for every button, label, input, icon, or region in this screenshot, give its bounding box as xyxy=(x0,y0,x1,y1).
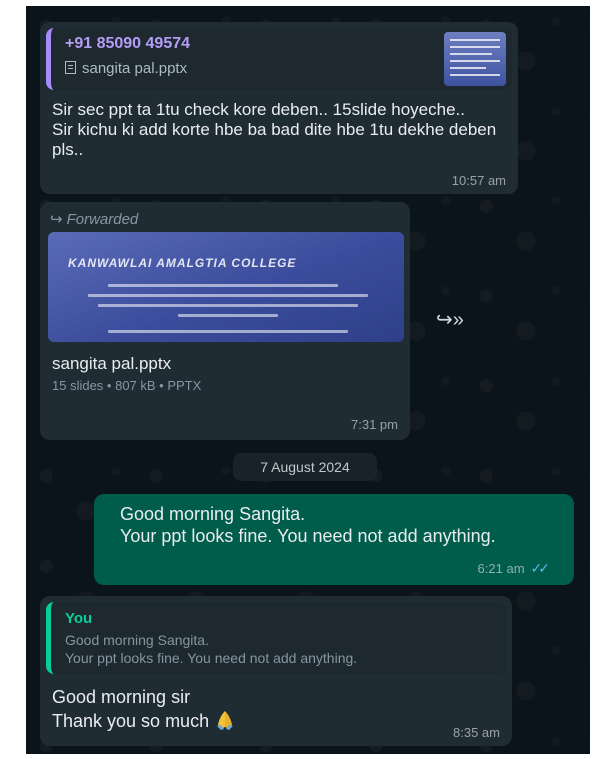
incoming-document-message[interactable]: ↪ Forwarded KANWAWLAI AMALGTIA COLLEGE sa… xyxy=(40,202,410,440)
message-time: 7:31 pm xyxy=(351,417,398,432)
message-text: Good morning Sangita. Your ppt looks fin… xyxy=(120,504,496,546)
document-icon xyxy=(65,61,76,74)
forward-icon: ↪» xyxy=(436,309,464,331)
quote-sender: You xyxy=(65,610,93,627)
quote-thumbnail xyxy=(444,32,506,86)
incoming-reply-message[interactable]: You Good morning Sangita. Your ppt looks… xyxy=(40,596,512,746)
quote-text: Good morning Sangita. Your ppt looks fin… xyxy=(65,632,358,666)
quoted-message[interactable]: +91 85090 49574 sangita pal.pptx xyxy=(46,28,512,90)
message-text: Good morning sir Thank you so much xyxy=(52,687,210,731)
quote-file-line: sangita pal.pptx xyxy=(65,60,187,77)
document-preview[interactable]: KANWAWLAI AMALGTIA COLLEGE xyxy=(48,232,404,342)
message-text-block: Good morning sir Thank you so much xyxy=(52,685,235,733)
double-check-read-icon: ✓✓ xyxy=(530,560,551,576)
quote-file-name: sangita pal.pptx xyxy=(82,60,188,77)
forward-button[interactable]: ↪» xyxy=(432,306,468,334)
message-time-row: 6:21 am ✓✓ xyxy=(477,560,551,576)
forwarded-label: ↪ Forwarded xyxy=(50,211,139,228)
incoming-message-quoted[interactable]: +91 85090 49574 sangita pal.pptx Sir sec… xyxy=(40,22,518,194)
outgoing-message[interactable]: Good morning Sangita. Your ppt looks fin… xyxy=(94,494,574,585)
chat-area: +91 85090 49574 sangita pal.pptx Sir sec… xyxy=(26,6,590,754)
message-time: 8:35 am xyxy=(453,725,500,740)
message-text: Sir sec ppt ta 1tu check kore deben.. 15… xyxy=(52,100,497,159)
folded-hands-emoji xyxy=(217,711,234,730)
quoted-message[interactable]: You Good morning Sangita. Your ppt looks… xyxy=(46,602,506,674)
date-chip: 7 August 2024 xyxy=(233,453,377,481)
preview-heading: KANWAWLAI AMALGTIA COLLEGE xyxy=(68,256,297,270)
document-meta: 15 slides • 807 kB • PPTX xyxy=(52,378,202,393)
forward-arrow-icon: ↪ xyxy=(50,211,63,228)
quote-sender: +91 85090 49574 xyxy=(65,35,191,52)
document-name: sangita pal.pptx xyxy=(52,354,172,373)
message-time: 10:57 am xyxy=(451,173,506,188)
